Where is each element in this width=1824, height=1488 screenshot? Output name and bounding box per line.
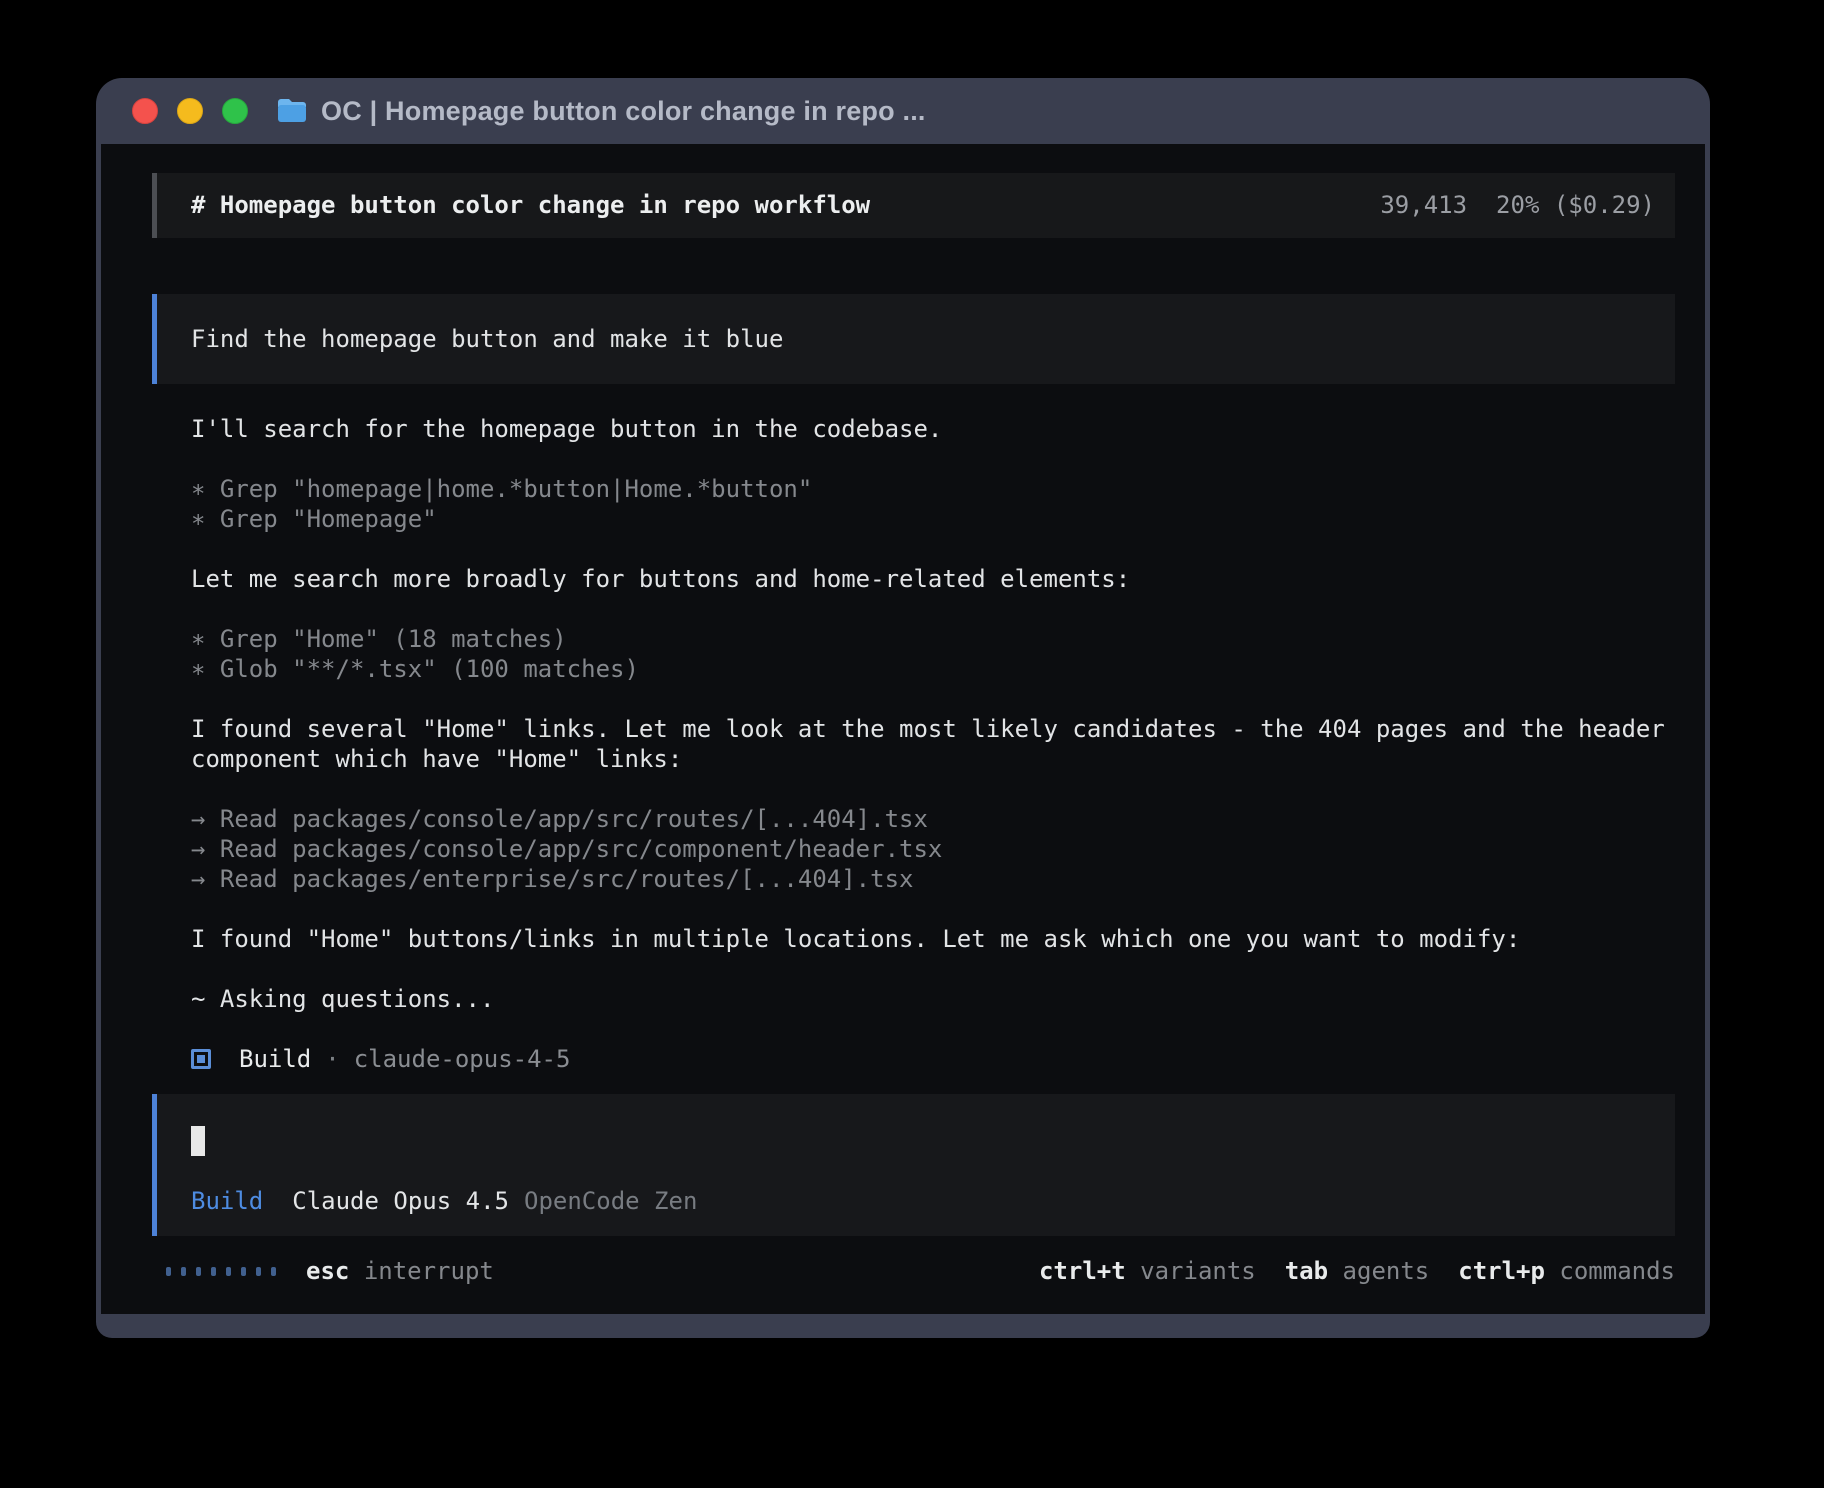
assistant-message: Let me search more broadly for buttons a… (152, 564, 1675, 594)
hint-label-variants: variants (1140, 1257, 1256, 1285)
token-count: 39,413 (1380, 190, 1467, 220)
close-button[interactable] (132, 98, 158, 124)
status-bar: esc interrupt ctrl+t variants tab agents… (152, 1256, 1675, 1286)
agent-name: Build (239, 1044, 311, 1074)
input-agent-label[interactable]: Build (191, 1186, 263, 1216)
window-titlebar[interactable]: OC | Homepage button color change in rep… (96, 78, 1710, 144)
agent-model: claude-opus-4-5 (354, 1044, 571, 1074)
hint-label-commands: commands (1559, 1257, 1675, 1285)
hint-key-ctrl-p: ctrl+p (1458, 1257, 1545, 1285)
assistant-message: I found several "Home" links. Let me loo… (152, 714, 1675, 774)
tool-call-read: → Read packages/console/app/src/routes/[… (191, 804, 1675, 834)
text-cursor (191, 1126, 205, 1156)
status-bar-right: ctrl+t variants tab agents ctrl+p comman… (1039, 1256, 1675, 1286)
user-message: Find the homepage button and make it blu… (152, 294, 1675, 384)
hint-variants: ctrl+t variants (1039, 1256, 1256, 1286)
hint-label-interrupt: interrupt (364, 1257, 494, 1285)
tool-call-grep: ∗ Grep "Homepage" (191, 504, 1675, 534)
tool-call-group: → Read packages/console/app/src/routes/[… (152, 804, 1675, 894)
traffic-lights (132, 98, 248, 124)
hint-commands: ctrl+p commands (1458, 1256, 1675, 1286)
minimize-button[interactable] (177, 98, 203, 124)
input-meta-row: Build Claude Opus 4.5 OpenCode Zen (191, 1186, 1641, 1216)
tool-call-glob: ∗ Glob "**/*.tsx" (100 matches) (191, 654, 1675, 684)
tool-call-read: → Read packages/console/app/src/componen… (191, 834, 1675, 864)
agent-status-line: Build · claude-opus-4-5 (152, 1044, 1675, 1074)
hint-interrupt: esc interrupt (306, 1256, 494, 1286)
hint-key-tab: tab (1285, 1257, 1328, 1285)
hint-label-agents: agents (1343, 1257, 1430, 1285)
user-message-text: Find the homepage button and make it blu… (191, 325, 783, 353)
input-model-label[interactable]: Claude Opus 4.5 (292, 1186, 509, 1216)
prompt-input[interactable]: Build Claude Opus 4.5 OpenCode Zen (152, 1094, 1675, 1236)
tool-call-grep: ∗ Grep "Home" (18 matches) (191, 624, 1675, 654)
hint-key-ctrl-t: ctrl+t (1039, 1257, 1126, 1285)
tool-call-grep: ∗ Grep "homepage|home.*button|Home.*butt… (191, 474, 1675, 504)
terminal-content: # Homepage button color change in repo w… (101, 144, 1705, 1314)
assistant-status: ~ Asking questions... (152, 984, 1675, 1014)
session-stats: 39,413 20% ($0.29) (1380, 190, 1655, 220)
input-provider-label: OpenCode Zen (524, 1186, 697, 1216)
tool-call-read: → Read packages/enterprise/src/routes/[.… (191, 864, 1675, 894)
maximize-button[interactable] (222, 98, 248, 124)
context-cost: 20% ($0.29) (1496, 190, 1655, 220)
hint-key-esc: esc (306, 1257, 349, 1285)
folder-icon (276, 98, 308, 124)
assistant-message: I'll search for the homepage button in t… (152, 414, 1675, 444)
session-title: # Homepage button color change in repo w… (191, 190, 870, 220)
assistant-message: I found "Home" buttons/links in multiple… (152, 924, 1675, 954)
hint-agents: tab agents (1285, 1256, 1430, 1286)
progress-dots (166, 1267, 276, 1276)
session-header: # Homepage button color change in repo w… (152, 173, 1675, 238)
agent-separator: · (325, 1044, 339, 1074)
tool-call-group: ∗ Grep "Home" (18 matches) ∗ Glob "**/*.… (152, 624, 1675, 684)
agent-icon (191, 1049, 211, 1069)
window-title: OC | Homepage button color change in rep… (321, 96, 926, 127)
terminal-window: OC | Homepage button color change in rep… (96, 78, 1710, 1338)
tool-call-group: ∗ Grep "homepage|home.*button|Home.*butt… (152, 474, 1675, 534)
